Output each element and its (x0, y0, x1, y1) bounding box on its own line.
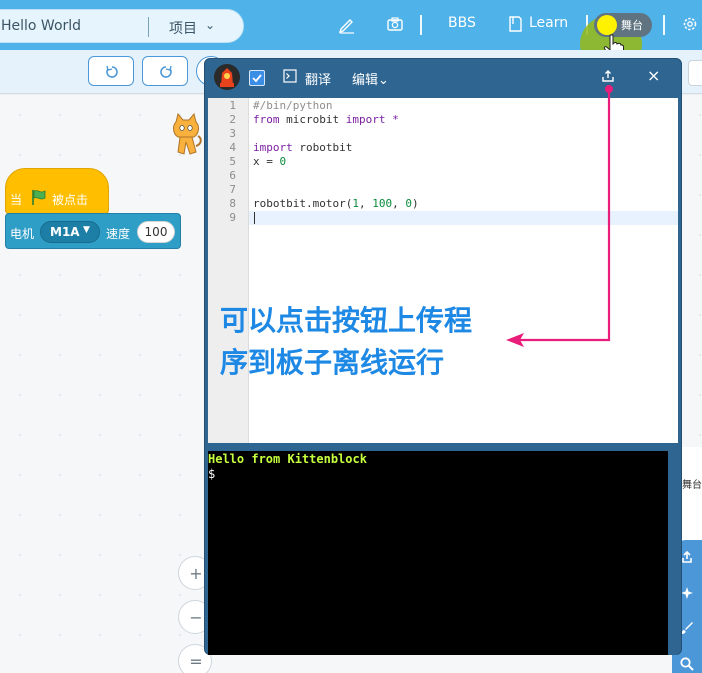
annotation-arrow (506, 85, 613, 347)
